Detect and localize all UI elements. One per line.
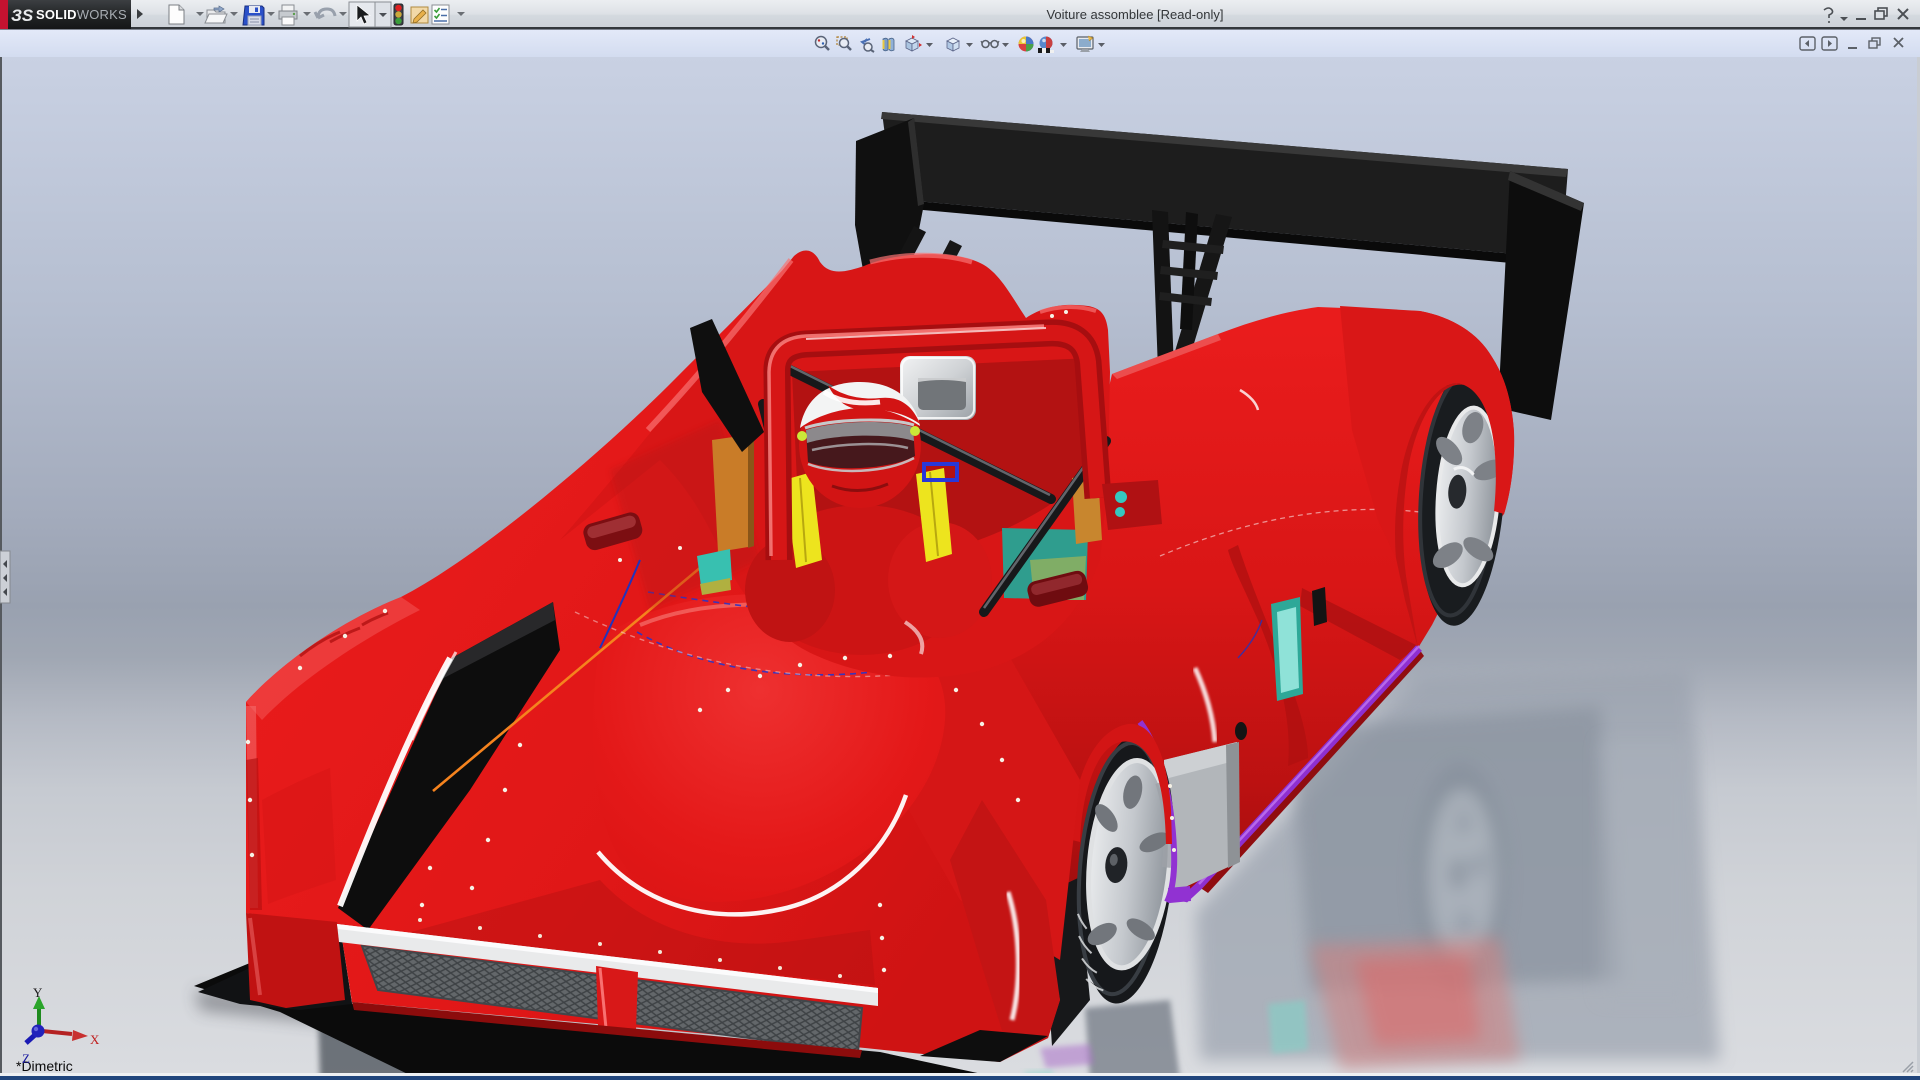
- svg-text:ЗS: ЗS: [11, 6, 34, 25]
- svg-text:Voiture assomblee [Read-only]: Voiture assomblee [Read-only]: [1046, 7, 1223, 22]
- svg-text:SOLIDWORKS: SOLIDWORKS: [36, 7, 127, 22]
- svg-text:X: X: [90, 1032, 100, 1047]
- svg-text:Z: Z: [22, 1051, 30, 1066]
- svg-text:Y: Y: [33, 985, 43, 1000]
